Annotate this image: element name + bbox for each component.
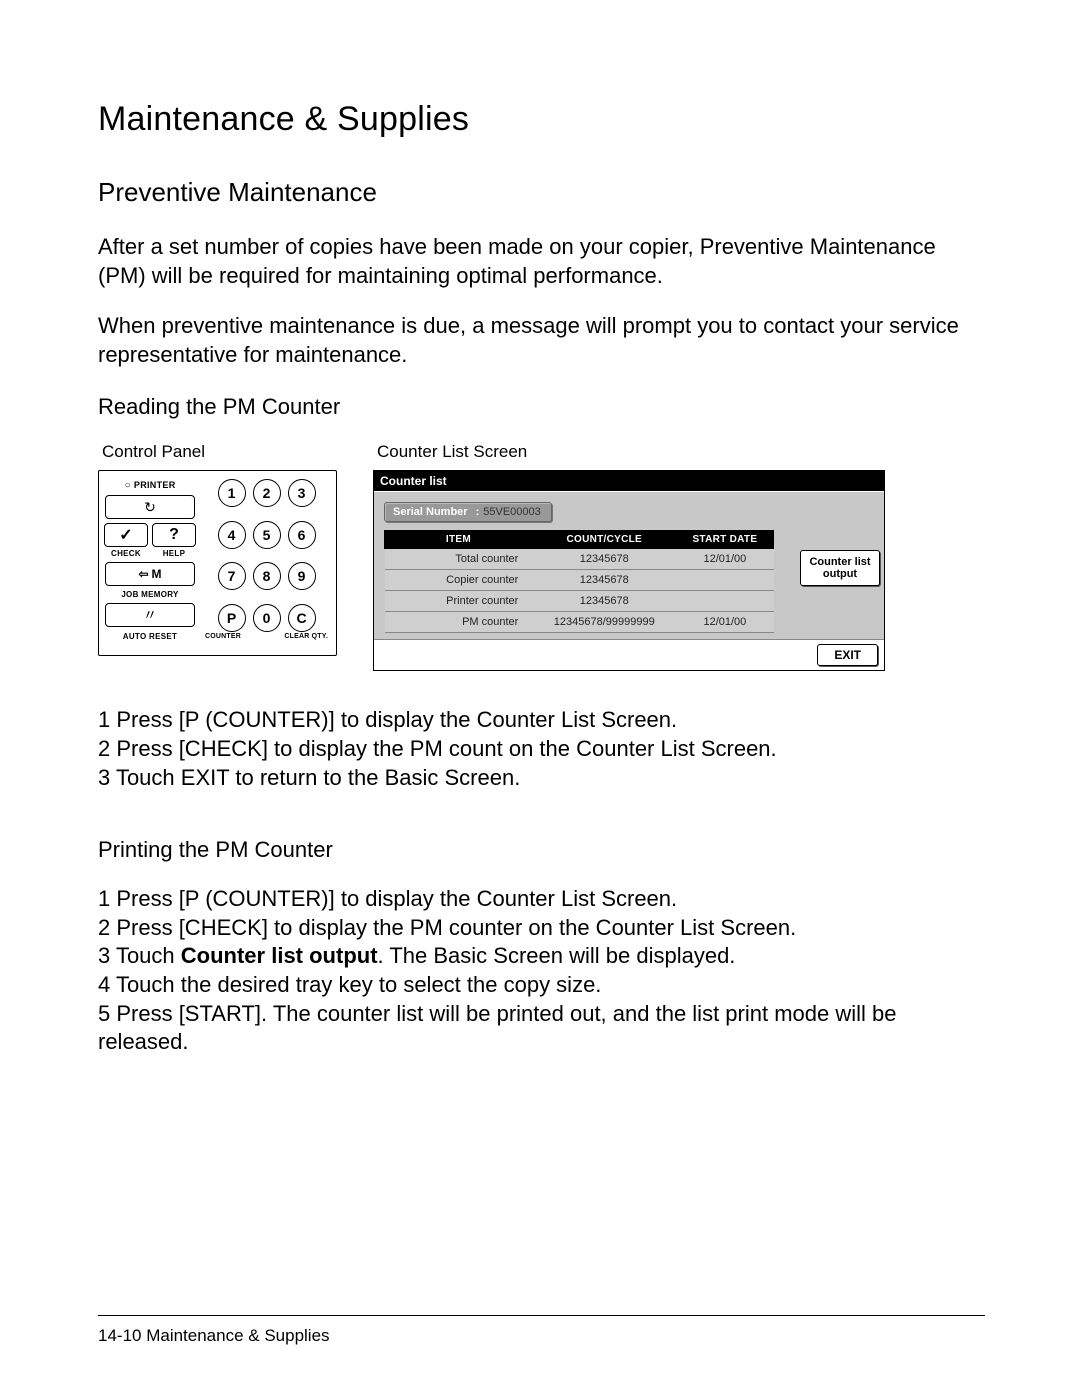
printer-indicator: PRINTER — [105, 477, 195, 491]
reading-step-3: 3 Touch EXIT to return to the Basic Scre… — [98, 764, 985, 793]
keypad-1[interactable]: 1 — [218, 479, 246, 507]
auto-reset-button[interactable]: 〃 — [105, 603, 195, 627]
footer-rule — [98, 1315, 985, 1316]
keypad-2[interactable]: 2 — [253, 479, 281, 507]
serial-value: 55VE00003 — [483, 506, 541, 518]
printing-step-5: 5 Press [START]. The counter list will b… — [98, 1000, 985, 1057]
counter-list-titlebar: Counter list — [374, 471, 884, 492]
keypad-7[interactable]: 7 — [218, 562, 246, 590]
table-row: Copier counter 12345678 — [385, 570, 774, 591]
keypad-p[interactable]: P — [218, 604, 246, 632]
printing-step-1: 1 Press [P (COUNTER)] to display the Cou… — [98, 885, 985, 914]
page: Maintenance & Supplies Preventive Mainte… — [0, 0, 1080, 1391]
section-heading-preventive: Preventive Maintenance — [98, 177, 985, 208]
col-item: ITEM — [385, 531, 533, 549]
counter-list-screen: Counter list Serial Number : 55VE00003 I… — [373, 470, 885, 671]
keypad-4[interactable]: 4 — [218, 521, 246, 549]
table-row: Printer counter 12345678 — [385, 591, 774, 612]
clear-qty-label: CLEAR QTY. — [284, 633, 328, 640]
keypad-8[interactable]: 8 — [253, 562, 281, 590]
check-label: CHECK — [111, 549, 141, 558]
keypad-6[interactable]: 6 — [288, 521, 316, 549]
control-panel-label: Control Panel — [102, 442, 353, 462]
printing-heading: Printing the PM Counter — [98, 837, 985, 863]
keypad-5[interactable]: 5 — [253, 521, 281, 549]
counter-list-output-button[interactable]: Counter list output — [800, 550, 880, 586]
table-row: Total counter 12345678 12/01/00 — [385, 549, 774, 570]
m-button[interactable]: ⇦ M — [105, 562, 195, 586]
reading-steps: 1 Press [P (COUNTER)] to display the Cou… — [98, 706, 985, 792]
job-memory-label: JOB MEMORY — [105, 590, 195, 599]
control-panel: PRINTER ↻ ✓ CHECK ? HELP ⇦ M JOB MEMORY — [98, 470, 337, 656]
counter-table: ITEM COUNT/CYCLE START DATE Total counte… — [384, 530, 774, 633]
col-date: START DATE — [676, 531, 773, 549]
counter-list-label: Counter List Screen — [377, 442, 985, 462]
printing-step-3: 3 Touch Counter list output. The Basic S… — [98, 942, 985, 971]
keypad-c[interactable]: C — [288, 604, 316, 632]
counter-label: COUNTER — [205, 633, 241, 640]
interrupt-button[interactable]: ↻ — [105, 495, 195, 519]
printing-step-2: 2 Press [CHECK] to display the PM counte… — [98, 914, 985, 943]
reading-step-2: 2 Press [CHECK] to display the PM count … — [98, 735, 985, 764]
keypad-0[interactable]: 0 — [253, 604, 281, 632]
col-count: COUNT/CYCLE — [532, 531, 676, 549]
keypad-3[interactable]: 3 — [288, 479, 316, 507]
serial-number-box: Serial Number : 55VE00003 — [384, 502, 552, 522]
page-title: Maintenance & Supplies — [98, 100, 985, 139]
help-label: HELP — [163, 549, 186, 558]
keypad-9[interactable]: 9 — [288, 562, 316, 590]
footer-text: 14-10 Maintenance & Supplies — [98, 1326, 330, 1346]
paragraph-2: When preventive maintenance is due, a me… — [98, 312, 985, 369]
figure-row: Control Panel PRINTER ↻ ✓ CHECK ? HELP — [98, 442, 985, 671]
auto-reset-label: AUTO RESET — [105, 632, 195, 641]
printing-step-4: 4 Touch the desired tray key to select t… — [98, 971, 985, 1000]
serial-label: Serial Number — [393, 506, 468, 518]
help-button[interactable]: ? — [152, 523, 196, 547]
reading-heading: Reading the PM Counter — [98, 394, 985, 420]
paragraph-1: After a set number of copies have been m… — [98, 233, 985, 290]
check-button[interactable]: ✓ — [104, 523, 148, 547]
printing-steps: 1 Press [P (COUNTER)] to display the Cou… — [98, 885, 985, 1057]
table-row: PM counter 12345678/99999999 12/01/00 — [385, 612, 774, 633]
reading-step-1: 1 Press [P (COUNTER)] to display the Cou… — [98, 706, 985, 735]
exit-button[interactable]: EXIT — [817, 644, 878, 666]
